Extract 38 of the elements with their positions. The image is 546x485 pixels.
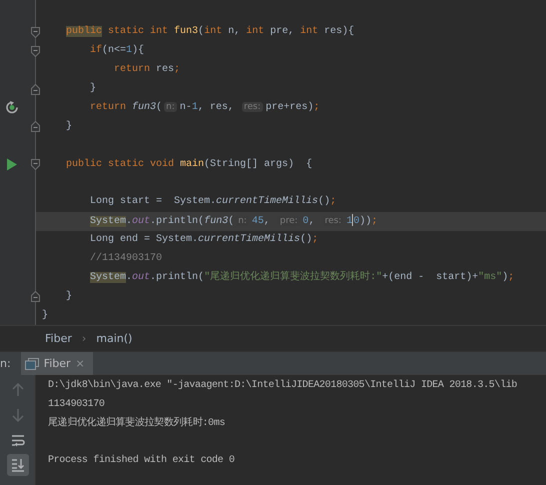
code-line: return res; <box>114 63 180 78</box>
code-line: } <box>90 82 96 96</box>
code-line: return fun3( n: n-1, res, res: pre+res); <box>90 100 320 116</box>
code-line: public static int fun3(int n, int pre, int res){ <box>66 25 354 40</box>
panel-label: n: <box>0 357 12 370</box>
toolbar-button[interactable] <box>6 454 28 476</box>
console-icon <box>24 358 39 370</box>
code-line: } <box>66 290 72 304</box>
console-line: 1134903170 <box>48 398 106 412</box>
code-line: if(n<=1){ <box>90 44 144 58</box>
code-line: System.out.println(fun3( n: 45, pre: 0, res: 10)); <box>90 214 378 229</box>
code-line: //1134903170 <box>90 252 162 266</box>
code-line: System.out.println("尾递归优化递归算斐波拉契数列耗时:"+(end - start)+"ms"); <box>90 270 514 285</box>
code-line: } <box>66 120 72 134</box>
code-editor[interactable] <box>0 0 546 325</box>
run-tab[interactable]: Fiber × <box>20 352 93 375</box>
code-line: } <box>42 308 48 323</box>
fold-icon[interactable] <box>31 121 40 132</box>
code-line: Long end = System.currentTimeMillis(); <box>90 233 318 248</box>
console-line: 尾递归优化递归算斐波拉契数列耗时:0ms <box>48 416 226 431</box>
console-line: D:\jdk8\bin\java.exe "-javaagent:D:\IntelliJIDEA20180305\IntelliJ IDEA 2018.3.5\lib <box>48 378 518 393</box>
fold-icon[interactable] <box>31 159 40 170</box>
up-arrow-icon <box>12 383 24 397</box>
code-line: public static void main(String[] args) { <box>66 158 312 172</box>
code-line: Long start = System.currentTimeMillis(); <box>90 195 336 210</box>
fold-icon[interactable] <box>31 291 40 302</box>
breadcrumb-separator: › <box>82 332 86 345</box>
down-arrow-icon <box>12 408 24 422</box>
fold-icon[interactable] <box>31 84 40 95</box>
scroll-to-end-icon <box>10 458 24 472</box>
breadcrumb[interactable]: main() <box>96 332 132 345</box>
fold-icon[interactable] <box>31 26 40 38</box>
fold-icon[interactable] <box>31 46 40 57</box>
run-icon[interactable] <box>5 158 19 172</box>
breadcrumb[interactable]: Fiber <box>45 332 72 345</box>
soft-wrap-icon <box>10 434 24 446</box>
console-line: Process finished with exit code 0 <box>48 454 236 468</box>
recursion-icon <box>5 101 19 114</box>
